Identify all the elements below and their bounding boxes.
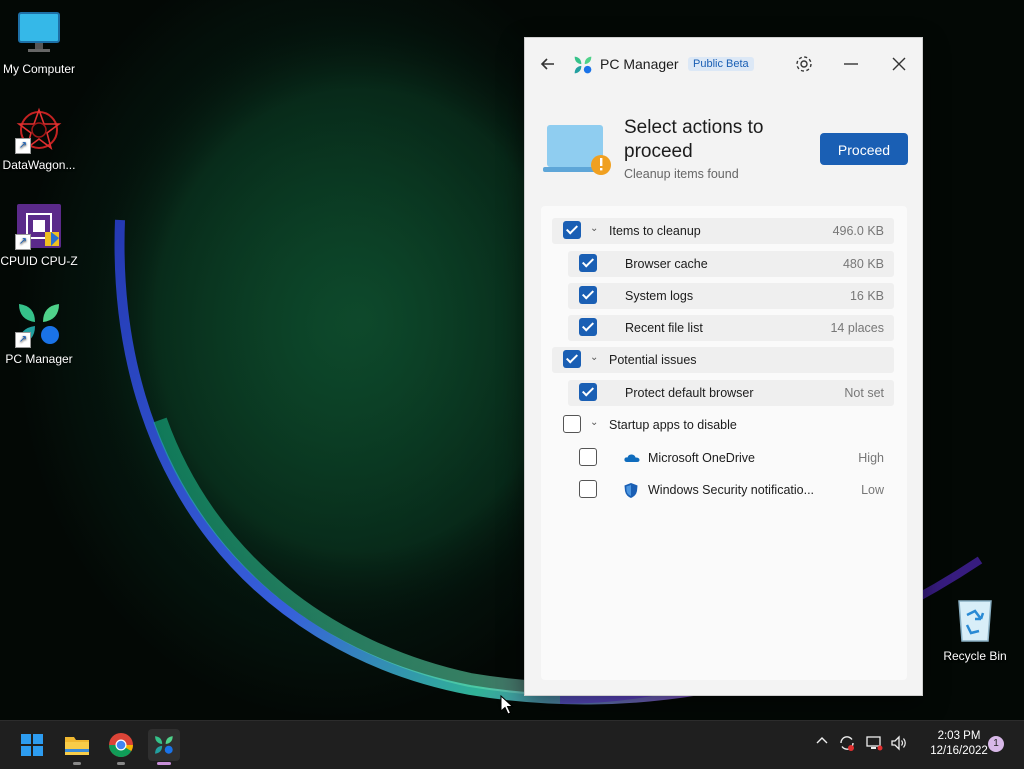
running-indicator — [73, 762, 81, 765]
network-icon[interactable] — [865, 734, 883, 755]
chevron-down-icon[interactable]: ⌄ — [590, 417, 598, 428]
start-button[interactable] — [16, 729, 48, 761]
public-beta-badge: Public Beta — [688, 57, 754, 71]
pc-manager-taskbar-icon[interactable] — [148, 729, 180, 765]
sync-icon[interactable] — [838, 734, 856, 755]
volume-icon[interactable] — [890, 734, 908, 755]
title-bar[interactable]: PC Manager Public Beta — [525, 38, 922, 90]
item-label: Recent file list — [625, 321, 703, 335]
item-protect-default-browser[interactable]: Protect default browser Not set — [568, 380, 894, 406]
mouse-cursor-icon — [500, 694, 514, 720]
desktop-icon-cpu-z[interactable]: ↗ CPUID CPU-Z — [0, 202, 81, 268]
chevron-down-icon[interactable]: ⌄ — [590, 223, 598, 234]
group-potential-issues[interactable]: ⌄ Potential issues — [552, 347, 894, 373]
checkbox-checked[interactable] — [579, 254, 597, 272]
file-explorer-taskbar-icon[interactable] — [61, 729, 93, 765]
datawagon-icon: ↗ — [15, 106, 63, 154]
item-label: System logs — [625, 289, 694, 303]
item-system-logs[interactable]: System logs 16 KB — [568, 283, 894, 309]
pc-manager-window: PC Manager Public Beta Select actions to… — [524, 37, 923, 696]
checkbox-unchecked[interactable] — [579, 448, 597, 466]
hero-title: Select actions to proceed — [624, 117, 764, 162]
item-value: 14 places — [830, 321, 884, 335]
group-label: Items to cleanup — [609, 224, 701, 238]
checkbox-checked[interactable] — [563, 221, 581, 239]
desktop-icon-label: DataWagon... — [2, 158, 76, 172]
desktop-icon-pc-manager[interactable]: ↗ PC Manager — [0, 300, 81, 366]
item-value: 480 KB — [842, 257, 884, 271]
checkbox-checked[interactable] — [579, 286, 597, 304]
chrome-taskbar-icon[interactable] — [105, 729, 137, 765]
desktop-icon-label: My Computer — [2, 62, 76, 76]
checkbox-checked[interactable] — [579, 318, 597, 336]
proceed-button[interactable]: Proceed — [820, 133, 908, 165]
desktop-icon-label: CPUID CPU-Z — [0, 254, 78, 268]
cpu-z-icon: ↗ — [15, 202, 63, 250]
item-value: High — [858, 451, 884, 465]
shortcut-arrow-icon: ↗ — [15, 332, 31, 348]
chevron-up-icon[interactable] — [815, 734, 829, 751]
actions-list: ⌄ Items to cleanup 496.0 KB Browser cach… — [541, 206, 907, 680]
item-value: Low — [861, 483, 884, 497]
running-indicator — [117, 762, 125, 765]
recycle-bin-icon — [951, 597, 999, 645]
desktop-icon-recycle-bin[interactable]: Recycle Bin — [933, 597, 1017, 663]
desktop-icon-label: PC Manager — [5, 352, 73, 366]
close-button[interactable] — [887, 52, 911, 76]
pc-manager-icon: ↗ — [15, 300, 63, 348]
item-label: Browser cache — [625, 257, 708, 271]
back-arrow-icon[interactable] — [536, 52, 560, 76]
laptop-warning-icon — [543, 123, 611, 175]
item-microsoft-onedrive[interactable]: Microsoft OneDrive High — [568, 445, 894, 471]
desktop-icon-datawagon[interactable]: ↗ DataWagon... — [0, 106, 81, 172]
minimize-button[interactable] — [839, 52, 863, 76]
group-label: Potential issues — [609, 353, 697, 367]
notification-badge[interactable]: 1 — [988, 736, 1004, 752]
group-startup-apps[interactable]: ⌄ Startup apps to disable — [552, 412, 894, 438]
windows-security-icon — [624, 483, 638, 498]
taskbar: 2:03 PM 12/16/2022 — [0, 720, 1024, 769]
item-value: Not set — [844, 386, 884, 400]
item-label: Protect default browser — [625, 386, 754, 400]
item-label: Microsoft OneDrive — [648, 451, 755, 465]
shortcut-arrow-icon: ↗ — [15, 234, 31, 250]
checkbox-unchecked[interactable] — [579, 480, 597, 498]
onedrive-icon — [624, 451, 640, 465]
computer-icon — [15, 10, 63, 58]
pc-manager-logo-icon — [573, 55, 593, 75]
chevron-down-icon[interactable]: ⌄ — [590, 352, 598, 363]
shortcut-arrow-icon: ↗ — [15, 138, 31, 154]
desktop-icon-my-computer[interactable]: My Computer — [0, 10, 81, 76]
group-items-to-cleanup[interactable]: ⌄ Items to cleanup 496.0 KB — [552, 218, 894, 244]
checkbox-unchecked[interactable] — [563, 415, 581, 433]
item-label: Windows Security notificatio... — [648, 483, 815, 497]
group-size: 496.0 KB — [832, 224, 884, 238]
item-recent-file-list[interactable]: Recent file list 14 places — [568, 315, 894, 341]
hero-subtitle: Cleanup items found — [624, 167, 739, 181]
group-label: Startup apps to disable — [609, 418, 737, 432]
app-title: PC Manager — [600, 56, 679, 72]
desktop-icon-label: Recycle Bin — [943, 649, 1007, 663]
active-indicator — [157, 762, 171, 765]
item-browser-cache[interactable]: Browser cache 480 KB — [568, 251, 894, 277]
item-windows-security[interactable]: Windows Security notificatio... Low — [568, 477, 894, 503]
settings-gear-icon[interactable] — [792, 52, 816, 76]
checkbox-checked[interactable] — [579, 383, 597, 401]
checkbox-checked[interactable] — [563, 350, 581, 368]
item-value: 16 KB — [849, 289, 884, 303]
